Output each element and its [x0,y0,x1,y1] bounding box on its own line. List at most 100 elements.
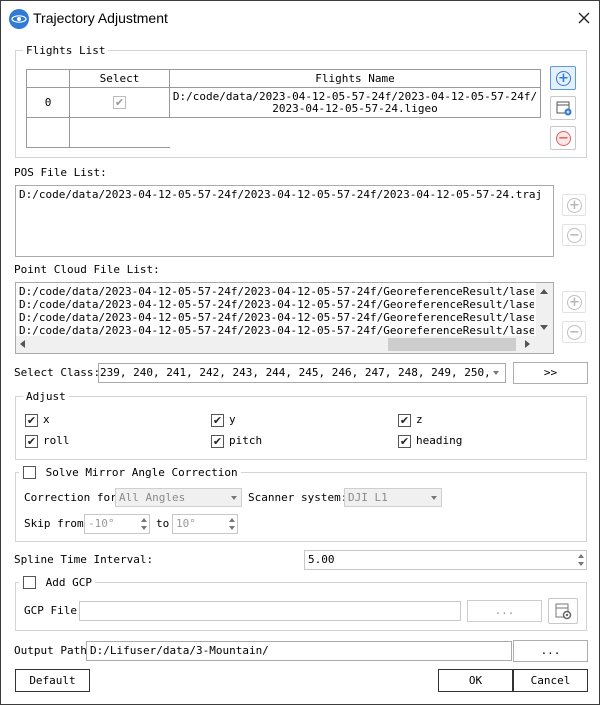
correction-for-dropdown[interactable]: All Angles [115,488,242,507]
scroll-right-icon[interactable] [525,340,530,348]
gcp-file-input[interactable] [79,601,461,621]
flights-list-legend: Flights List [23,44,109,57]
select-class-label: Select Class: [14,366,101,379]
skip-from-value: -10° [88,517,115,530]
default-button[interactable]: Default [15,669,90,692]
adjust-legend: Adjust [23,390,69,403]
pos-file-list[interactable]: D:/code/data/2023-04-12-05-57-24f/2023-0… [15,185,554,257]
flight-row-name: D:/code/data/2023-04-12-05-57-24f/2023-0… [169,87,541,118]
adjust-roll-checkbox[interactable]: ✔ [25,435,38,448]
flight-select-checkbox[interactable]: ✔ [113,96,126,109]
chevron-down-icon [493,371,499,375]
adjust-y-checkbox[interactable]: ✔ [211,414,224,427]
scroll-up-icon[interactable] [540,289,548,294]
chevron-down-icon [431,496,437,500]
point-cloud-file-list-label: Point Cloud File List: [14,263,160,276]
list-item[interactable]: D:/code/data/2023-04-12-05-57-24f/2023-0… [19,188,542,202]
scanner-system-dropdown[interactable]: DJI L1 [344,488,442,507]
adjust-roll-label: roll [43,434,70,447]
list-item[interactable]: D:/code/data/2023-04-12-05-57-24f/2023-0… [19,311,534,325]
adjust-pitch-checkbox[interactable]: ✔ [211,435,224,448]
gcp-browse-button[interactable]: ... [467,600,542,622]
scanner-system-label: Scanner system: [248,491,348,504]
gcp-file-label: GCP File [24,604,77,617]
select-class-dropdown[interactable]: 239, 240, 241, 242, 243, 244, 245, 246, … [98,363,506,383]
remove-flight-button[interactable]: − [550,126,576,150]
add-icon: + [567,198,582,213]
spin-up-icon[interactable] [229,518,235,522]
add-icon: + [556,71,571,86]
scrollbar-thumb[interactable] [388,338,516,351]
flights-table-header: Select Flights Name [26,69,541,88]
scroll-left-icon[interactable] [20,340,25,348]
skip-from-spinbox[interactable]: -10° [84,514,150,534]
pos-add-button[interactable]: + [562,194,586,216]
adjust-group [15,396,587,460]
remove-icon: − [567,228,582,243]
adjust-heading-checkbox[interactable]: ✔ [398,435,411,448]
table-row[interactable]: 0 ✔ D:/code/data/2023-04-12-05-57-24f/20… [26,87,541,118]
spline-time-interval-label: Spline Time Interval: [14,553,154,566]
adjust-pitch-label: pitch [229,434,263,447]
list-item[interactable]: D:/code/data/2023-04-12-05-57-24f/2023-0… [19,285,534,299]
skip-to-spinbox[interactable]: 10° [172,514,238,534]
pos-remove-button[interactable]: − [562,224,586,246]
scroll-down-icon[interactable] [540,325,548,330]
skip-from-label: Skip from [24,517,84,530]
remove-icon: − [567,325,582,340]
gcp-settings-icon [555,603,572,620]
adjust-heading-label: heading [416,434,463,447]
app-logo-icon [9,9,29,29]
spin-down-icon[interactable] [229,526,235,530]
add-folder-button[interactable] [550,96,576,120]
spline-time-interval-spinbox[interactable]: 5.00 [304,550,587,570]
list-item[interactable]: D:/code/data/2023-04-12-05-57-24f/2023-0… [19,324,534,335]
cancel-button[interactable]: Cancel [513,669,588,692]
flights-header-select: Select [69,69,170,88]
flight-name-line1: D:/code/data/2023-04-12-05-57-24f/2023-0… [172,89,538,103]
spin-down-icon[interactable] [141,526,147,530]
empty-cell [69,117,170,148]
pos-file-list-label: POS File List: [14,166,107,179]
select-class-value: 239, 240, 241, 242, 243, 244, 245, 246, … [100,366,488,379]
flights-header-index [26,69,70,88]
chevron-down-icon [231,496,237,500]
adjust-z-checkbox[interactable]: ✔ [398,414,411,427]
list-item[interactable]: D:/code/data/2023-04-12-05-57-24f/2023-0… [19,298,534,312]
skip-to-value: 10° [176,517,196,530]
ok-button[interactable]: OK [438,669,513,692]
correction-for-label: Correction for [24,491,117,504]
output-browse-button[interactable]: ... [513,640,588,662]
gcp-settings-button[interactable] [548,598,578,624]
correction-for-value: All Angles [119,491,186,504]
empty-cell [26,117,70,148]
cloud-remove-button[interactable]: − [562,321,586,343]
add-flight-button[interactable]: + [550,66,576,90]
add-folder-icon [556,101,572,116]
flight-name-line2: 2023-04-12-05-57-24.ligeo [272,101,438,115]
add-gcp-legend-wrap: Add GCP [19,575,95,589]
select-class-more-button[interactable]: >> [513,362,588,384]
adjust-y-label: y [229,413,236,426]
close-icon [578,12,590,24]
horizontal-scrollbar[interactable] [16,336,553,353]
mirror-correction-legend-wrap: Solve Mirror Angle Correction [19,465,241,479]
flight-row-select-cell[interactable]: ✔ [69,87,170,118]
cloud-add-button[interactable]: + [562,291,586,313]
flights-header-name: Flights Name [169,69,541,88]
mirror-correction-checkbox[interactable] [23,465,36,479]
spin-up-icon[interactable] [578,554,584,558]
close-window-button[interactable] [575,9,593,27]
spin-down-icon[interactable] [578,562,584,566]
vertical-scrollbar[interactable] [536,283,553,336]
flight-row-index: 0 [26,87,70,118]
output-path-input[interactable]: D:/Lifuser/data/3-Mountain/ [86,641,512,661]
mirror-correction-legend: Solve Mirror Angle Correction [45,465,238,479]
adjust-x-checkbox[interactable]: ✔ [25,414,38,427]
add-gcp-checkbox[interactable] [23,575,36,589]
point-cloud-file-list[interactable]: D:/code/data/2023-04-12-05-57-24f/2023-0… [15,282,554,354]
spin-up-icon[interactable] [141,518,147,522]
remove-icon: − [556,131,571,146]
adjust-x-label: x [43,413,50,426]
add-gcp-legend: Add GCP [45,575,92,589]
